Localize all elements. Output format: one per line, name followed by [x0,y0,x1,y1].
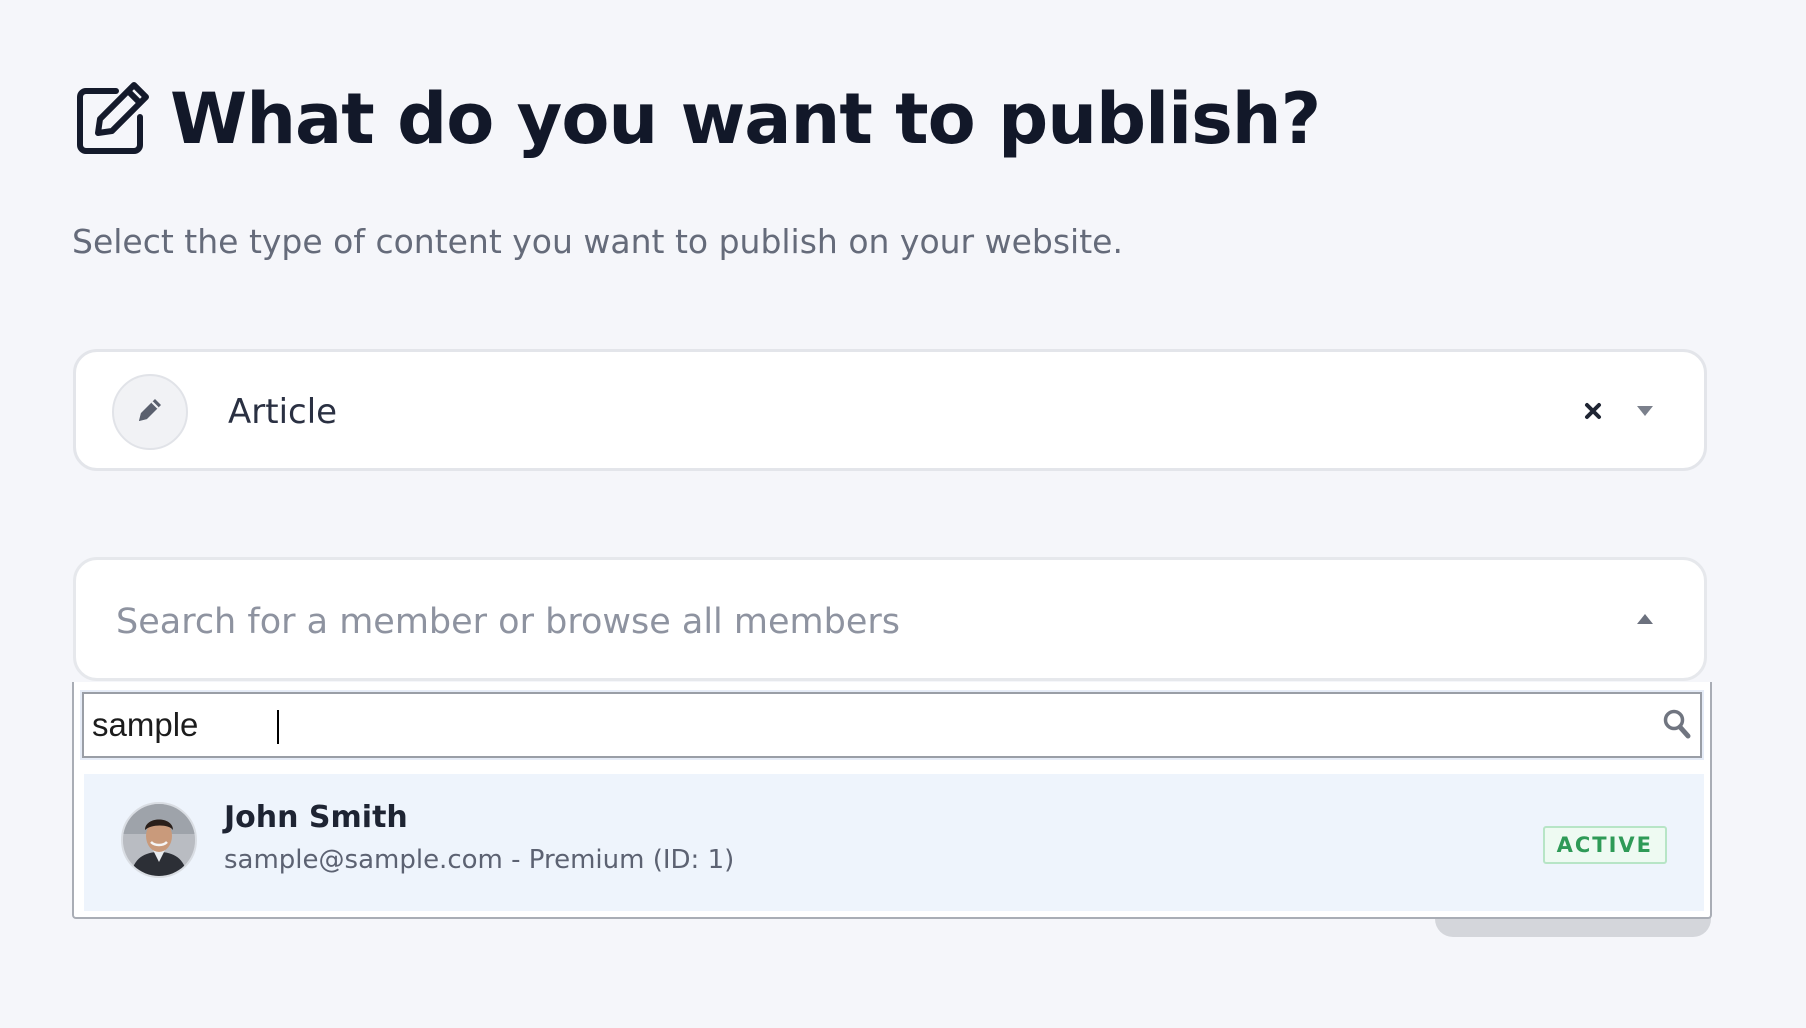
member-search-box [82,692,1702,758]
content-type-value: Article [228,392,338,432]
pencil-icon [133,393,167,431]
chevron-down-icon[interactable] [1630,396,1660,426]
page-title: What do you want to publish? [170,78,1321,160]
search-icon [1662,708,1692,740]
member-dropdown: John Smith sample@sample.com - Premium (… [72,682,1712,919]
status-badge: ACTIVE [1542,826,1667,864]
member-search-input[interactable] [84,694,1644,756]
page-subtitle: Select the type of content you want to p… [72,222,1123,261]
avatar [121,802,197,878]
member-result-row[interactable]: John Smith sample@sample.com - Premium (… [84,774,1704,911]
member-name: John Smith [224,800,408,835]
content-type-select[interactable]: Article [73,349,1707,471]
content-type-icon-wrapper [112,374,188,450]
member-select-placeholder: Search for a member or browse all member… [116,602,900,642]
text-caret [277,710,279,744]
member-detail: sample@sample.com - Premium (ID: 1) [224,845,735,875]
edit-icon [72,79,152,159]
close-icon[interactable] [1578,396,1608,426]
page-header: What do you want to publish? [72,74,1321,164]
chevron-up-icon[interactable] [1630,604,1660,634]
member-select[interactable]: Search for a member or browse all member… [73,557,1707,681]
